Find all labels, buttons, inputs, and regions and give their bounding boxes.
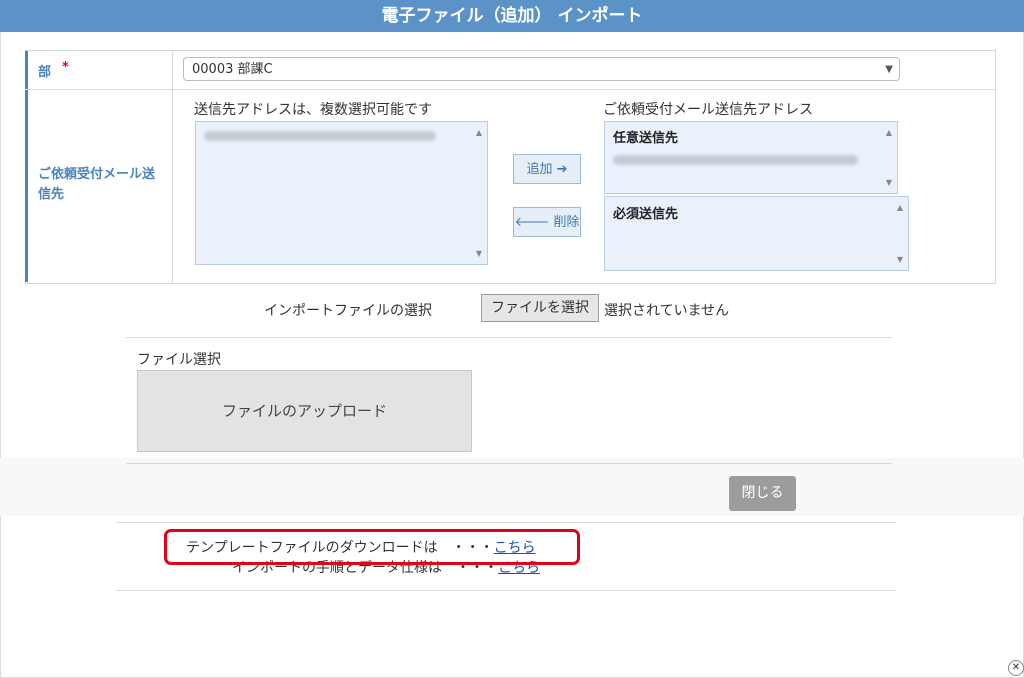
choose-file-button[interactable]: ファイルを選択 xyxy=(481,294,599,322)
scroll-down-icon[interactable]: ▼ xyxy=(473,249,485,258)
scroll-up-icon[interactable]: ▲ xyxy=(883,128,895,137)
required-mark: * xyxy=(62,60,69,75)
source-list-scrollbar[interactable]: ▲ ▼ xyxy=(473,122,485,264)
upload-dropzone[interactable]: ファイルのアップロード xyxy=(137,370,472,452)
required-recipients-list[interactable]: 必須送信先 ▲ ▼ xyxy=(604,196,909,271)
scroll-down-icon[interactable]: ▼ xyxy=(883,178,895,187)
address-item[interactable] xyxy=(204,131,436,141)
add-button[interactable]: 追加 ➔ xyxy=(513,154,581,184)
footer-background xyxy=(0,458,1024,516)
chevron-down-icon: ▼ xyxy=(885,64,893,75)
address-item[interactable] xyxy=(613,155,858,165)
import-file-label: インポートファイルの選択 xyxy=(264,303,432,319)
mail-label-cell: ご依頼受付メール送信先 xyxy=(25,90,172,282)
divider xyxy=(116,522,896,523)
dest-hint: ご依頼受付メール送信先アドレス xyxy=(603,102,813,118)
dept-select[interactable]: 00003 部課C ▼ xyxy=(183,57,900,81)
dept-select-value: 00003 部課C xyxy=(192,62,273,77)
divider xyxy=(126,337,892,338)
mail-label: ご依頼受付メール送信先 xyxy=(38,167,156,202)
optional-recipients-header: 任意送信先 xyxy=(613,131,679,146)
source-address-list[interactable]: ▲ ▼ xyxy=(195,121,488,265)
highlight-annotation xyxy=(164,529,580,565)
optional-recipients-list[interactable]: 任意送信先 ▲ ▼ xyxy=(604,121,898,194)
close-button[interactable]: 閉じる xyxy=(729,476,796,511)
scroll-down-icon[interactable]: ▼ xyxy=(894,255,906,264)
dept-label: 部 xyxy=(38,65,52,80)
required-recipients-header: 必須送信先 xyxy=(613,207,679,222)
remove-button[interactable]: 🡐 削除 xyxy=(513,207,581,237)
source-hint: 送信先アドレスは、複数選択可能です xyxy=(194,102,432,118)
close-icon[interactable]: ✕ xyxy=(1008,660,1024,676)
dept-label-cell: 部 * xyxy=(25,51,172,89)
divider xyxy=(126,463,892,464)
optional-list-scrollbar[interactable]: ▲ ▼ xyxy=(883,122,895,193)
upload-section-label: ファイル選択 xyxy=(137,352,221,368)
no-file-status: 選択されていません xyxy=(604,303,730,319)
required-list-scrollbar[interactable]: ▲ ▼ xyxy=(894,197,906,270)
dialog-title: 電子ファイル（追加） インポート xyxy=(0,0,1024,32)
scroll-up-icon[interactable]: ▲ xyxy=(894,203,906,212)
form-col-divider xyxy=(172,50,173,283)
divider xyxy=(116,590,896,591)
scroll-up-icon[interactable]: ▲ xyxy=(473,128,485,137)
